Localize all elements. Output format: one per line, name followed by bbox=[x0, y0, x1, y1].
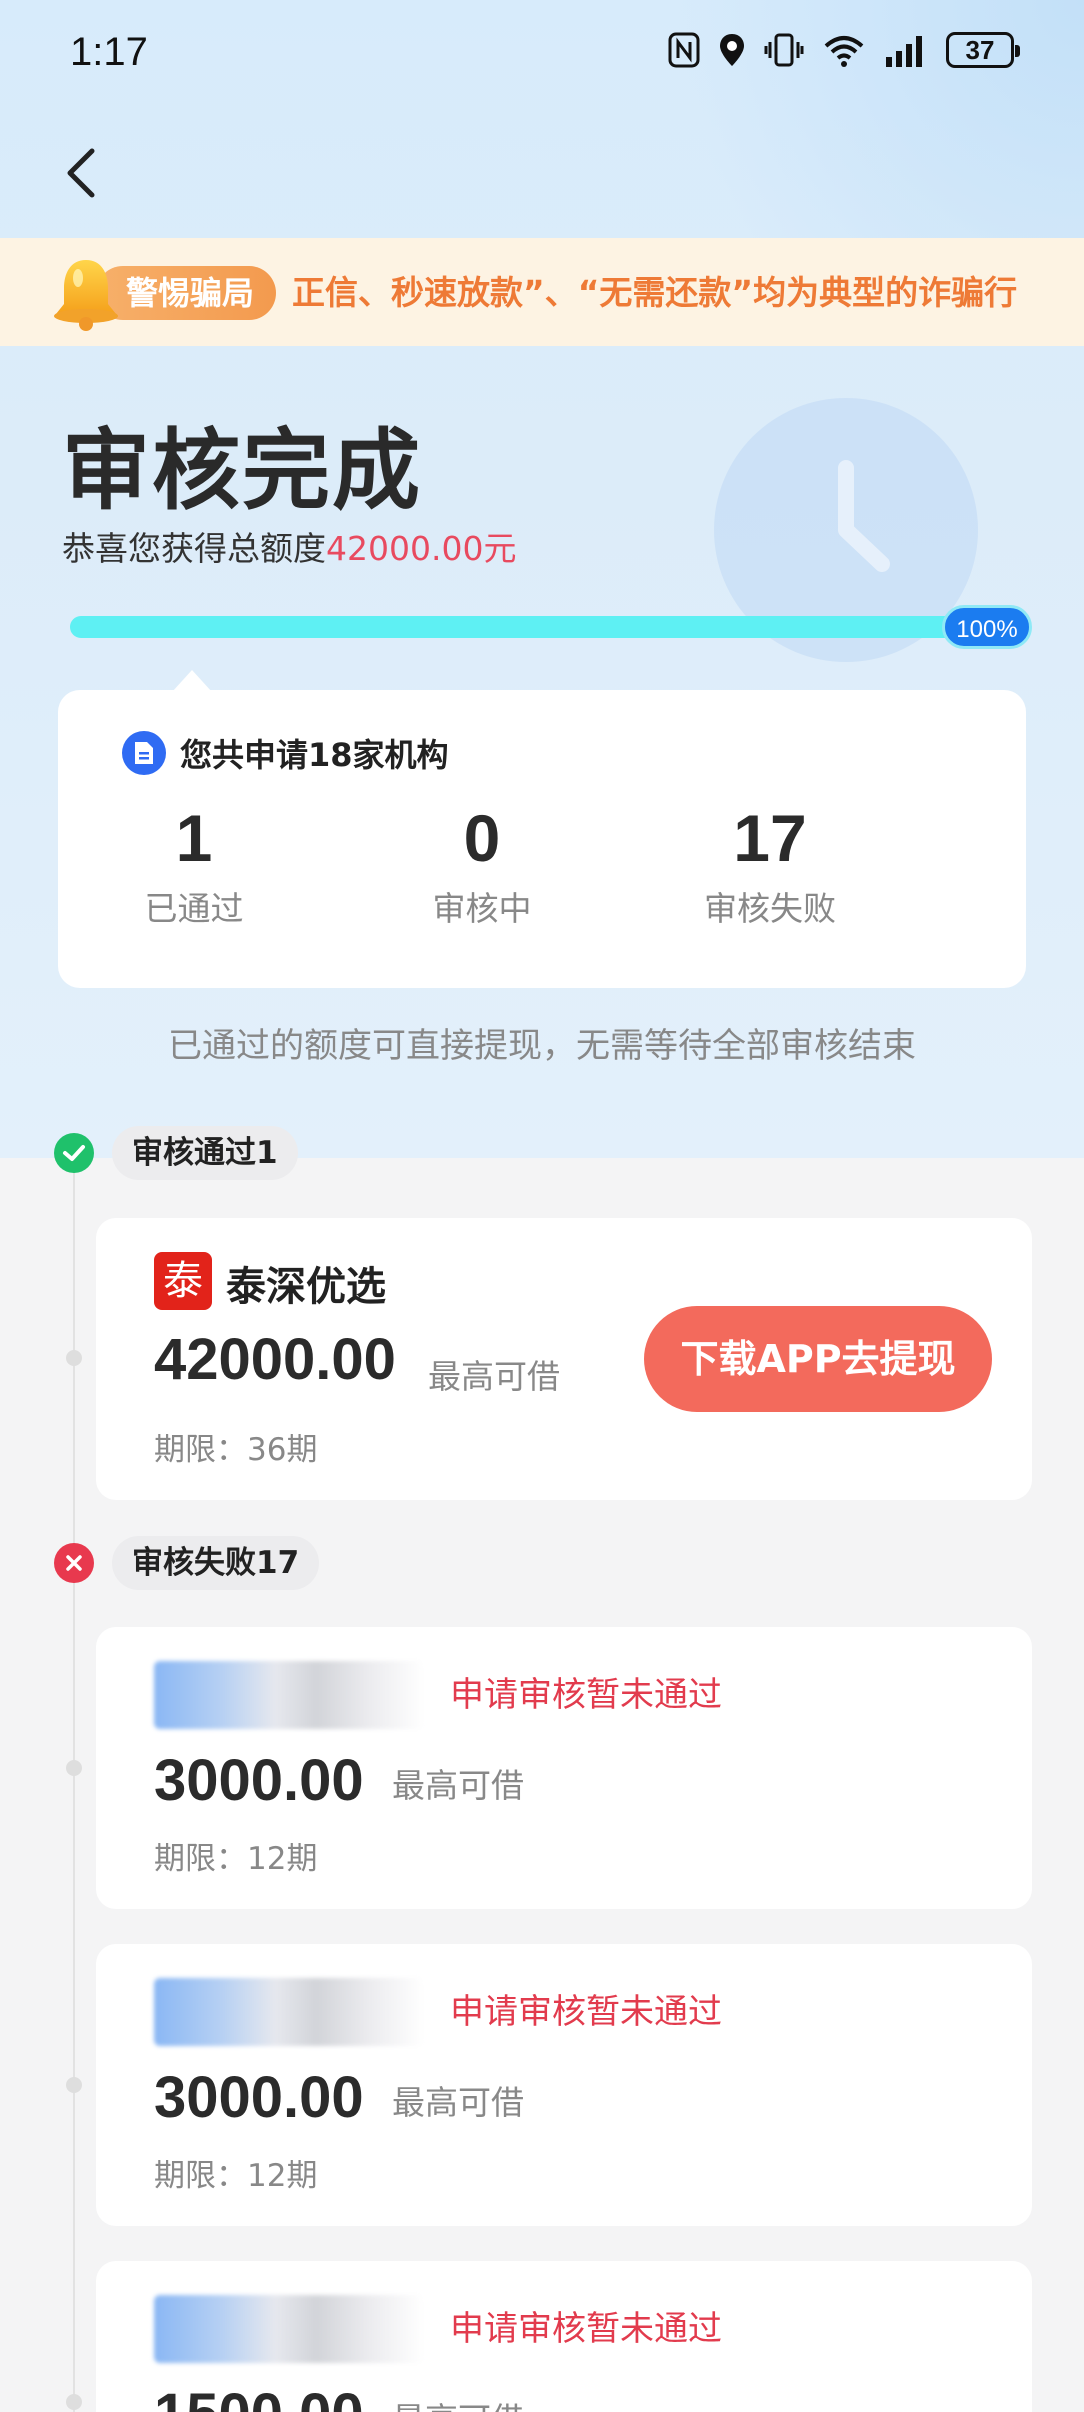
close-circle-icon bbox=[54, 1543, 94, 1583]
withdraw-hint: 已通过的额度可直接提现，无需等待全部审核结束 bbox=[168, 1026, 916, 1066]
signal-icon bbox=[886, 36, 922, 67]
warning-badge: 警惕骗局 bbox=[96, 266, 277, 320]
approved-section-label: 审核通过1 bbox=[112, 1126, 298, 1180]
total-credit-amount: 42000.00元 bbox=[326, 529, 517, 568]
max-loan-label: 最高可借 bbox=[392, 2393, 524, 2412]
timeline-dot bbox=[66, 1760, 82, 1776]
download-app-withdraw-button[interactable]: 下载APP去提现 bbox=[644, 1306, 992, 1412]
review-status: 申请审核暂未通过 bbox=[450, 1992, 722, 2032]
document-icon bbox=[122, 731, 166, 775]
approved-lender-card[interactable]: 泰 泰深优选 42000.00 最高可借 期限：36期 下载APP去提现 bbox=[96, 1218, 1032, 1500]
application-summary-card: 您共申请18家机构 1 已通过 0 审核中 17 审核失败 bbox=[58, 670, 1026, 988]
max-loan-amount: 1500.00 bbox=[154, 2381, 364, 2412]
stat-value: 0 bbox=[463, 801, 501, 875]
blurred-lender-logo bbox=[154, 2295, 424, 2363]
review-status: 申请审核暂未通过 bbox=[450, 1675, 722, 1715]
blurred-lender-logo bbox=[154, 1978, 424, 2046]
stat-label: 审核失败 bbox=[704, 889, 836, 928]
review-status: 申请审核暂未通过 bbox=[450, 2309, 722, 2349]
timeline-line bbox=[73, 1150, 75, 2412]
lender-name: 泰深优选 bbox=[226, 1264, 386, 1310]
max-loan-label: 最高可借 bbox=[428, 1357, 560, 1396]
stat-label: 审核中 bbox=[432, 889, 532, 928]
review-progress-bar bbox=[70, 616, 1030, 638]
blurred-lender-logo bbox=[154, 1661, 424, 1729]
stat-in-review: 0 审核中 bbox=[362, 800, 602, 930]
failed-lender-card[interactable]: 申请审核暂未通过 3000.00 最高可借 期限：12期 bbox=[96, 1944, 1032, 2226]
bell-icon bbox=[54, 260, 118, 331]
wifi-icon bbox=[824, 36, 864, 67]
max-loan-amount: 3000.00 bbox=[154, 1748, 364, 1813]
stat-failed: 17 审核失败 bbox=[650, 800, 890, 930]
fraud-warning-bar[interactable]: 警惕骗局 正信、秒速放款”、“无需还款”均为典型的诈骗行 bbox=[0, 238, 1084, 346]
max-loan-amount: 42000.00 bbox=[154, 1327, 396, 1392]
nfc-icon bbox=[668, 32, 700, 68]
battery-indicator: 37 bbox=[946, 32, 1020, 68]
failed-lender-card[interactable]: 申请审核暂未通过 3000.00 最高可借 期限：12期 bbox=[96, 1627, 1032, 1909]
max-loan-label: 最高可借 bbox=[392, 1766, 524, 1805]
progress-fill bbox=[70, 616, 1030, 638]
progress-percent-badge: 100% bbox=[942, 605, 1032, 649]
loan-term: 期限：12期 bbox=[154, 2158, 318, 2194]
loan-term: 期限：12期 bbox=[154, 1841, 318, 1877]
page-title: 审核完成 bbox=[62, 419, 423, 522]
max-loan-amount: 3000.00 bbox=[154, 2065, 364, 2130]
stat-approved: 1 已通过 bbox=[74, 800, 314, 930]
timeline-dot bbox=[66, 2077, 82, 2093]
failed-lender-card[interactable]: 申请审核暂未通过 1500.00 最高可借 bbox=[96, 2261, 1032, 2412]
stat-label: 已通过 bbox=[144, 889, 244, 928]
stat-value: 1 bbox=[175, 801, 213, 875]
status-icons: 37 bbox=[668, 32, 1020, 68]
summary-title: 您共申请18家机构 bbox=[180, 736, 449, 774]
loan-term: 期限：36期 bbox=[154, 1432, 318, 1468]
lender-logo: 泰 bbox=[154, 1252, 212, 1310]
warning-marquee-text: 正信、秒速放款”、“无需还款”均为典型的诈骗行 bbox=[292, 273, 1018, 312]
max-loan-label: 最高可借 bbox=[392, 2083, 524, 2122]
total-credit-line: 恭喜您获得总额度42000.00元 bbox=[62, 522, 516, 570]
failed-section-label: 审核失败17 bbox=[112, 1536, 320, 1590]
status-time: 1:17 bbox=[70, 30, 148, 74]
back-arrow-icon[interactable] bbox=[58, 145, 108, 201]
status-bar: 1:17 37 bbox=[0, 0, 1084, 110]
timeline-dot bbox=[66, 1350, 82, 1366]
summary-header: 您共申请18家机构 bbox=[122, 730, 449, 776]
subtitle-prefix: 恭喜您获得总额度 bbox=[62, 529, 326, 568]
timeline-dot bbox=[66, 2394, 82, 2410]
location-icon bbox=[720, 34, 744, 66]
check-circle-icon bbox=[54, 1133, 94, 1173]
vibrate-icon bbox=[764, 33, 804, 67]
stat-value: 17 bbox=[733, 801, 807, 875]
